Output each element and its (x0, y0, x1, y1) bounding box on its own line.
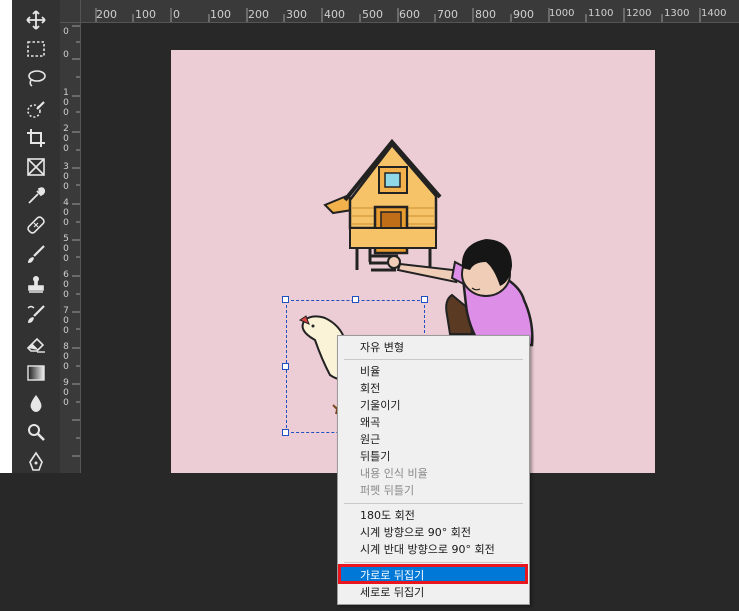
menu-item-warp[interactable]: 뒤틀기 (339, 448, 528, 465)
ruler-label: 400 (324, 8, 345, 21)
menu-item-flip-vertical[interactable]: 세로로 뒤집기 (339, 584, 528, 601)
ruler-label: 9 0 0 (63, 378, 69, 408)
eraser-tool-icon[interactable] (20, 330, 52, 358)
ruler-label: 800 (475, 8, 496, 21)
history-brush-tool-icon[interactable] (20, 300, 52, 328)
menu-item-free-transform[interactable]: 자유 변형 (339, 339, 528, 356)
ruler-label: 5 0 0 (63, 234, 69, 264)
horizontal-ruler: 200 100 0 100 200 300 400 500 600 700 80… (60, 0, 739, 23)
menu-item-content-aware-scale[interactable]: 내용 인식 비율 (339, 465, 528, 482)
ruler-label: 1400 (701, 8, 727, 19)
tools-panel (12, 0, 61, 473)
quick-selection-tool-icon[interactable] (20, 96, 52, 124)
menu-separator (344, 562, 523, 563)
gradient-tool-icon[interactable] (20, 359, 52, 387)
move-tool-icon[interactable] (20, 6, 52, 34)
ruler-label: 1100 (588, 8, 614, 19)
ruler-label: 7 0 0 (63, 306, 69, 336)
menu-item-rotate[interactable]: 회전 (339, 380, 528, 397)
transform-context-menu: 자유 변형 비율 회전 기울이기 왜곡 원근 뒤틀기 내용 인식 비율 퍼펫 뒤… (337, 335, 530, 605)
menu-item-rotate-ccw[interactable]: 시계 반대 방향으로 90° 회전 (339, 541, 528, 558)
pen-tool-icon[interactable] (20, 448, 52, 476)
menu-item-rotate-cw[interactable]: 시계 방향으로 90° 회전 (339, 524, 528, 541)
ruler-label: 1000 (549, 8, 575, 19)
ruler-label: 700 (437, 8, 458, 21)
ruler-label: 600 (399, 8, 420, 21)
vertical-ruler: 0 0 1 0 0 2 0 0 3 0 0 4 0 0 5 0 0 6 0 0 … (60, 22, 81, 473)
ruler-label: 200 (248, 8, 269, 21)
ruler-label: 0 (63, 27, 69, 37)
ruler-label: 1200 (626, 8, 652, 19)
ruler-label: 6 0 0 (63, 270, 69, 300)
menu-item-distort[interactable]: 왜곡 (339, 414, 528, 431)
ruler-label: 2 0 0 (63, 124, 69, 154)
ruler-label: 1300 (664, 8, 690, 19)
frame-tool-icon[interactable] (20, 153, 52, 181)
menu-item-skew[interactable]: 기울이기 (339, 397, 528, 414)
ruler-label: 200 (96, 8, 117, 21)
clone-stamp-tool-icon[interactable] (20, 270, 52, 298)
ruler-label: 100 (210, 8, 231, 21)
transform-handle[interactable] (282, 296, 289, 303)
ruler-label: 8 0 0 (63, 342, 69, 372)
ruler-label: 4 0 0 (63, 198, 69, 228)
blur-tool-icon[interactable] (20, 389, 52, 417)
photoshop-window: 200 100 0 100 200 300 400 500 600 700 80… (0, 0, 739, 611)
chicken-coop-illustration (323, 138, 442, 272)
ruler-label: 3 0 0 (63, 162, 69, 192)
ruler-label: 100 (135, 8, 156, 21)
ruler-label: 0 (63, 50, 69, 60)
transform-handle[interactable] (421, 296, 428, 303)
ruler-label: 500 (362, 8, 383, 21)
ruler-label: 900 (513, 8, 534, 21)
crop-tool-icon[interactable] (20, 124, 52, 152)
brush-tool-icon[interactable] (20, 240, 52, 268)
transform-handle[interactable] (282, 363, 289, 370)
transform-handle[interactable] (352, 296, 359, 303)
menu-separator (344, 503, 523, 504)
menu-item-rotate-180[interactable]: 180도 회전 (339, 507, 528, 524)
menu-separator (344, 359, 523, 360)
ruler-label: 1 0 0 (63, 88, 69, 118)
left-edge-strip (0, 0, 12, 473)
healing-brush-tool-icon[interactable] (20, 211, 52, 239)
ruler-label: 300 (286, 8, 307, 21)
dodge-tool-icon[interactable] (20, 418, 52, 446)
menu-item-flip-horizontal[interactable]: 가로로 뒤집기 (339, 567, 528, 584)
marquee-tool-icon[interactable] (20, 35, 52, 63)
menu-item-puppet-warp[interactable]: 퍼펫 뒤틀기 (339, 482, 528, 499)
transform-handle[interactable] (282, 429, 289, 436)
lasso-tool-icon[interactable] (20, 64, 52, 92)
menu-item-perspective[interactable]: 원근 (339, 431, 528, 448)
ruler-corner (60, 0, 81, 23)
menu-item-scale[interactable]: 비율 (339, 363, 528, 380)
ruler-label: 0 (173, 8, 180, 21)
eyedropper-tool-icon[interactable] (20, 182, 52, 210)
